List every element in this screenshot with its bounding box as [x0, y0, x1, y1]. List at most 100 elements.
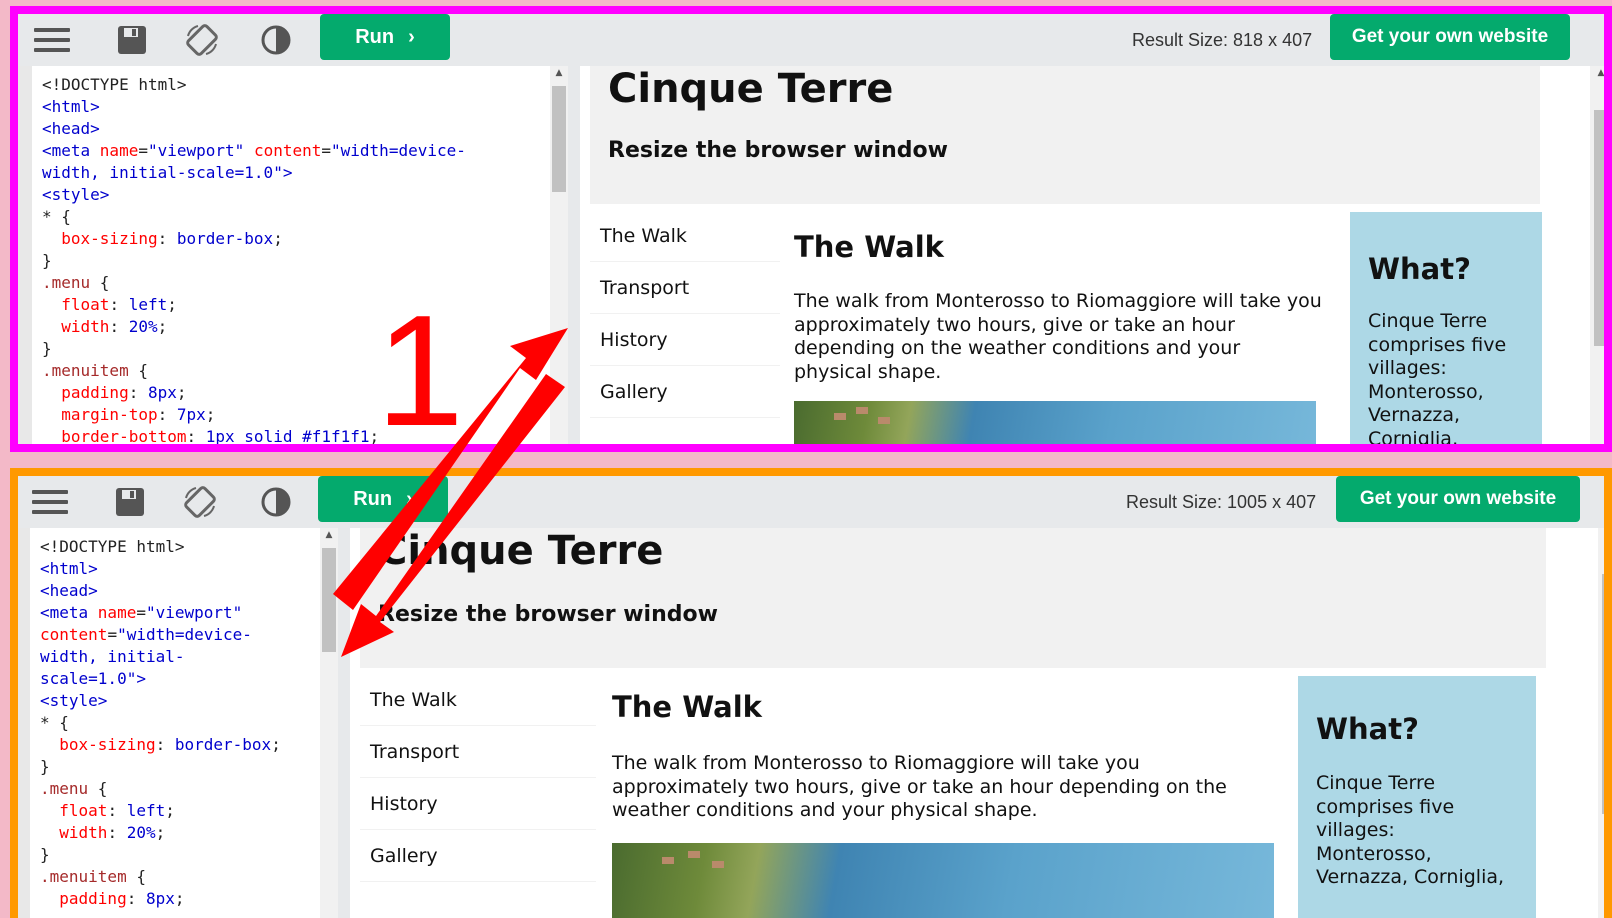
code-token: =	[107, 625, 118, 644]
scroll-up-arrow-icon[interactable]: ▲	[550, 66, 568, 80]
code-token: width	[61, 317, 110, 336]
chevron-right-icon: ›	[408, 25, 415, 48]
aside-text: Cinque Terre comprises five villages: Mo…	[1316, 772, 1505, 888]
save-icon[interactable]	[112, 484, 148, 520]
resize-divider[interactable]	[338, 528, 350, 918]
get-website-button[interactable]: Get your own website	[1336, 476, 1580, 522]
bottom-editor-panel: Run › Result Size: 1005 x 407 Get your o…	[10, 468, 1612, 918]
contrast-icon[interactable]	[258, 22, 294, 58]
code-token: "viewport"	[147, 141, 254, 160]
code-line[interactable]: box-sizing: border-box;	[40, 734, 281, 756]
menu-icon[interactable]	[32, 484, 68, 520]
code-line[interactable]: scale=1.0">	[40, 668, 281, 690]
code-token: left	[128, 295, 168, 314]
resize-divider[interactable]	[568, 66, 580, 444]
editor-scrollbar[interactable]: ▲	[320, 528, 338, 918]
editor-scroll-thumb[interactable]	[322, 548, 336, 652]
code-line[interactable]: <!DOCTYPE html>	[40, 536, 281, 558]
code-line[interactable]: <html>	[42, 96, 466, 118]
rotate-icon[interactable]	[182, 484, 218, 520]
code-token: "viewport"	[145, 603, 243, 622]
editor-scroll-thumb[interactable]	[552, 86, 566, 192]
code-line[interactable]: <html>	[40, 558, 281, 580]
code-token: }	[40, 757, 50, 776]
code-line[interactable]: <head>	[42, 118, 466, 140]
code-token: 8px	[145, 889, 175, 908]
code-token: content	[40, 625, 108, 644]
code-line[interactable]: width: 20%;	[40, 822, 281, 844]
code-token: ;	[176, 383, 187, 402]
code-line[interactable]: content="width=device-	[40, 624, 281, 646]
result-scroll-thumb[interactable]	[1602, 574, 1604, 814]
code-token: box-sizing	[59, 735, 156, 754]
menu-item-transport[interactable]: Transport	[590, 262, 780, 314]
menu-item-gallery[interactable]: Gallery	[590, 366, 780, 418]
editor-scrollbar[interactable]: ▲	[550, 66, 568, 444]
code-token: <html>	[40, 559, 98, 578]
code-token: :	[186, 427, 206, 444]
code-line[interactable]: <meta name="viewport"	[40, 602, 281, 624]
code-token: ;	[271, 735, 281, 754]
code-token: <!DOCTYPE html>	[42, 75, 187, 94]
code-token: :	[128, 383, 148, 402]
code-token: :	[107, 823, 127, 842]
annotation-number: 1	[376, 283, 464, 459]
code-line[interactable]: <head>	[40, 580, 281, 602]
menu-icon[interactable]	[34, 22, 70, 58]
code-line[interactable]: <meta name="viewport" content="width=dev…	[42, 140, 466, 162]
code-line[interactable]: <style>	[42, 184, 466, 206]
code-token: ;	[157, 317, 168, 336]
code-editor[interactable]: <!DOCTYPE html> <html> <head> <meta name="v…	[30, 528, 338, 918]
code-line[interactable]: <!DOCTYPE html>	[42, 74, 466, 96]
main-heading: The Walk	[612, 690, 762, 724]
run-button[interactable]: Run ›	[320, 14, 450, 60]
code-line[interactable]: * {	[42, 206, 466, 228]
code-text[interactable]: <!DOCTYPE html> <html> <head> <meta name="v…	[40, 536, 281, 910]
code-line[interactable]: float: left;	[40, 800, 281, 822]
menu-item-walk[interactable]: The Walk	[360, 674, 596, 726]
run-button[interactable]: Run ›	[318, 476, 448, 522]
code-token: :	[107, 801, 127, 820]
result-scroll-up-icon[interactable]: ▲	[1598, 528, 1604, 542]
code-token: width, initial-scale=1.0">	[42, 163, 293, 182]
menu-item-transport[interactable]: Transport	[360, 726, 596, 778]
code-line[interactable]: <style>	[40, 690, 281, 712]
code-line[interactable]: * {	[40, 712, 281, 734]
code-token: name	[99, 141, 139, 160]
code-token: 8px	[147, 383, 177, 402]
code-line[interactable]: }	[42, 250, 466, 272]
code-line[interactable]: .menuitem {	[40, 866, 281, 888]
scroll-up-arrow-icon[interactable]: ▲	[320, 528, 338, 542]
menu-item-gallery[interactable]: Gallery	[360, 830, 596, 882]
save-icon[interactable]	[114, 22, 150, 58]
menu-item-history[interactable]: History	[590, 314, 780, 366]
code-token: 20%	[126, 823, 156, 842]
get-website-button[interactable]: Get your own website	[1330, 14, 1570, 60]
result-scroll-up-icon[interactable]: ▲	[1590, 66, 1604, 80]
code-line[interactable]: box-sizing: border-box;	[42, 228, 466, 250]
code-token: margin-top	[61, 405, 158, 424]
menu-item-history[interactable]: History	[360, 778, 596, 830]
code-line[interactable]: }	[40, 756, 281, 778]
code-line[interactable]: width, initial-	[40, 646, 281, 668]
code-line[interactable]: width, initial-scale=1.0">	[42, 162, 466, 184]
rotate-icon[interactable]	[184, 22, 220, 58]
result-scrollbar[interactable]: ▲	[1590, 66, 1604, 444]
landscape-image	[612, 843, 1274, 918]
code-line[interactable]: padding: 8px;	[40, 888, 281, 910]
contrast-icon[interactable]	[258, 484, 294, 520]
site-header: Cinque Terre Resize the browser window	[360, 528, 1546, 668]
result-scroll-thumb[interactable]	[1594, 110, 1604, 346]
code-editor[interactable]: <!DOCTYPE html> <html> <head> <meta name="v…	[32, 66, 568, 444]
result-scrollbar[interactable]: ▲	[1598, 528, 1604, 918]
code-token: "width=device-	[331, 141, 466, 160]
menu-item-walk[interactable]: The Walk	[590, 210, 780, 262]
code-token: {	[128, 361, 148, 380]
code-line[interactable]: }	[40, 844, 281, 866]
code-token: {	[90, 273, 110, 292]
code-token: ;	[273, 229, 283, 248]
code-line[interactable]: .menu {	[40, 778, 281, 800]
